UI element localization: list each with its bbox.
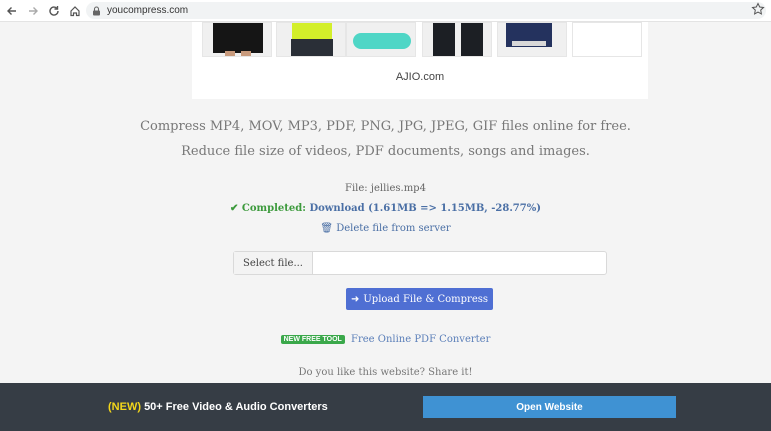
file-name-label: File: jellies.mp4 [345, 183, 426, 194]
file-path-field[interactable] [313, 252, 606, 274]
url-text: youcompress.com [107, 5, 189, 16]
download-link[interactable]: Download (1.61MB => 1.15MB, -28.77%) [309, 203, 541, 214]
open-website-button[interactable]: Open Website [423, 396, 676, 418]
ad-product-tile[interactable] [422, 22, 492, 57]
star-icon[interactable] [751, 2, 765, 16]
ad-product-tile[interactable] [572, 22, 642, 57]
arrow-right-icon: ➜ [350, 293, 360, 305]
ad-product-tile[interactable] [346, 22, 416, 57]
forward-button[interactable] [24, 2, 42, 20]
ad-product-tile[interactable] [202, 22, 272, 57]
browser-toolbar: youcompress.com [0, 0, 771, 22]
share-prompt: Do you like this website? Share it! [298, 367, 473, 378]
delete-file-label: Delete file from server [336, 223, 451, 234]
status-completed-label: Completed: [241, 203, 306, 214]
bottom-promo-banner: (NEW) 50+ Free Video & Audio Converters … [0, 383, 771, 431]
pdf-converter-link[interactable]: Free Online PDF Converter [351, 334, 490, 345]
select-file-button[interactable]: Select file... [234, 252, 313, 274]
tagline-formats: Compress MP4, MOV, MP3, PDF, PNG, JPG, J… [140, 119, 631, 134]
delete-file-link[interactable]: 🗑 Delete file from server [0, 223, 771, 234]
ad-product-tile[interactable] [276, 22, 346, 57]
banner-new-tag: (NEW) [108, 401, 141, 413]
ad-banner[interactable]: AJIO.com [192, 22, 648, 99]
upload-compress-label: Upload File & Compress [363, 293, 488, 305]
reload-icon [49, 5, 59, 16]
upload-compress-button[interactable]: ➜ Upload File & Compress [346, 288, 493, 310]
trash-icon: 🗑 [320, 223, 334, 234]
ad-product-tile[interactable] [497, 22, 567, 57]
lock-icon [93, 5, 100, 15]
reload-button[interactable] [45, 2, 63, 20]
back-button[interactable] [3, 2, 21, 20]
new-tool-badge: NEW FREE TOOL [280, 335, 345, 344]
banner-text: (NEW) 50+ Free Video & Audio Converters [108, 401, 328, 413]
tagline-description: Reduce file size of videos, PDF document… [181, 144, 590, 159]
arrow-left-icon [7, 6, 16, 15]
banner-message: 50+ Free Video & Audio Converters [144, 401, 328, 413]
home-icon [70, 5, 80, 16]
file-input[interactable]: Select file... [233, 251, 607, 275]
ad-caption[interactable]: AJIO.com [192, 71, 648, 83]
arrow-right-icon [29, 6, 38, 15]
new-tool-promo: NEW FREE TOOL Free Online PDF Converter [0, 334, 771, 345]
address-bar[interactable]: youcompress.com [86, 2, 766, 19]
home-button[interactable] [66, 2, 84, 20]
compression-status: ✔ Completed: Download (1.61MB => 1.15MB,… [0, 203, 771, 214]
checkmark-icon: ✔ [230, 203, 239, 214]
